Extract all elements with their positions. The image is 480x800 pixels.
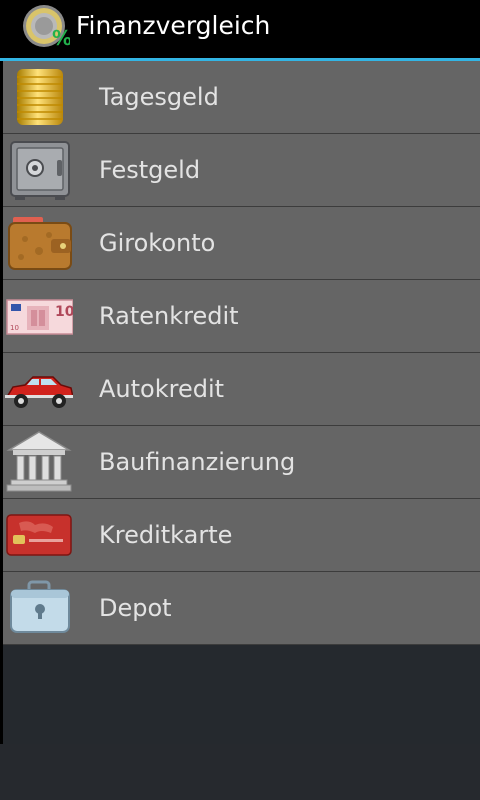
briefcase-icon [10,580,70,633]
banknote-value: 10 [55,304,73,320]
menu-item-festgeld[interactable]: Festgeld [3,134,480,207]
coin-stack-icon [17,69,63,125]
euro-coin-percent-icon[interactable]: % [22,3,70,51]
bottom-area [0,744,480,800]
red-car-icon [5,376,73,408]
menu-item-tagesgeld[interactable]: Tagesgeld [3,61,480,134]
menu-item-label: Girokonto [99,229,216,257]
menu-item-girokonto[interactable]: Girokonto [3,207,480,280]
menu-list: Tagesgeld Festgeld Girokonto 10 10 Raten… [3,61,480,645]
app-title: Finanzvergleich [76,11,271,40]
menu-item-label: Autokredit [99,375,225,403]
euro-banknote-icon: 10 10 [6,299,73,335]
credit-card-icon [6,514,72,556]
menu-item-baufinanzierung[interactable]: Baufinanzierung [3,426,480,499]
menu-item-label: Kreditkarte [99,521,233,549]
wallet-icon [8,217,72,270]
menu-item-autokredit[interactable]: Autokredit [3,353,480,426]
menu-item-label: Depot [99,594,172,622]
safe-icon [10,141,70,200]
menu-item-depot[interactable]: Depot [3,572,480,645]
menu-item-kreditkarte[interactable]: Kreditkarte [3,499,480,572]
svg-text:10: 10 [10,324,19,332]
menu-item-label: Baufinanzierung [99,448,296,476]
action-bar: % Finanzvergleich [0,0,480,58]
menu-item-ratenkredit[interactable]: 10 10 Ratenkredit [3,280,480,353]
svg-text:%: % [52,26,70,50]
menu-item-label: Ratenkredit [99,302,239,330]
menu-item-label: Tagesgeld [99,83,219,111]
bank-building-icon [6,431,72,492]
menu-item-label: Festgeld [99,156,201,184]
